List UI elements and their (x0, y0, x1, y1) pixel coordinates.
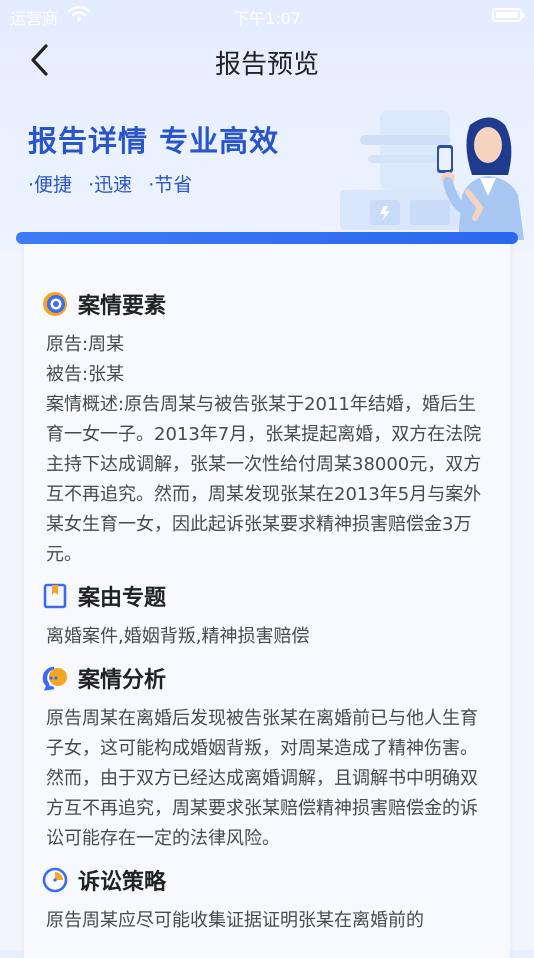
section-strategy-header: 诉讼策略 (42, 860, 490, 900)
report-content: 案情要素 原告:周某 被告:张某 案情概述:原告周某与被告张某于2011年结婚，… (42, 284, 490, 936)
pie-clock-icon (42, 867, 68, 893)
hero-tag-fast: ·迅速 (88, 174, 133, 196)
hero-tag-convenient: ·便捷 (28, 174, 73, 196)
chat-bubble-icon (42, 666, 67, 691)
section-case-topic-header: 案由专题 (43, 576, 490, 616)
case-analysis-text: 原告周某在离婚后发现被告张某在离婚前已与他人生育子女，这可能构成婚姻背叛，对周某… (46, 708, 478, 849)
section-case-analysis-header: 案情分析 (42, 658, 490, 698)
case-summary-text: 案情概述:原告周某与被告张某于2011年结婚，婚后生育一女一子。2013年7月，… (46, 394, 482, 565)
bookmark-doc-icon (43, 583, 67, 609)
hero-tags: ·便捷 ·迅速 ·节省 (28, 170, 202, 197)
section-heading: 诉讼策略 (78, 870, 167, 895)
hero-tag-save: ·节省 (148, 174, 193, 196)
section-case-elements-header: 案情要素 (43, 284, 490, 324)
strategy-text: 原告周某应尽可能收集证据证明张某在离婚前的 (46, 910, 424, 931)
nav-bar: 报告预览 (0, 30, 534, 92)
hero-title: 报告详情 专业高效 (28, 124, 280, 158)
target-icon (43, 292, 67, 316)
section-heading: 案情分析 (78, 668, 167, 693)
case-topic-text: 离婚案件,婚姻背叛,精神损害赔偿 (46, 626, 310, 647)
woman-with-phone-illustration (340, 110, 524, 240)
plaintiff-text: 原告:周某 (46, 334, 125, 355)
status-time: 下午1:07 (233, 9, 301, 28)
section-heading: 案情要素 (78, 294, 167, 319)
battery-icon (492, 8, 525, 22)
defendant-text: 被告:张某 (46, 364, 125, 385)
section-heading: 案由专题 (78, 586, 167, 611)
card-top-bar (16, 232, 518, 244)
page-title: 报告预览 (214, 50, 319, 80)
status-bar: 运营商 下午1:07 (0, 0, 534, 30)
